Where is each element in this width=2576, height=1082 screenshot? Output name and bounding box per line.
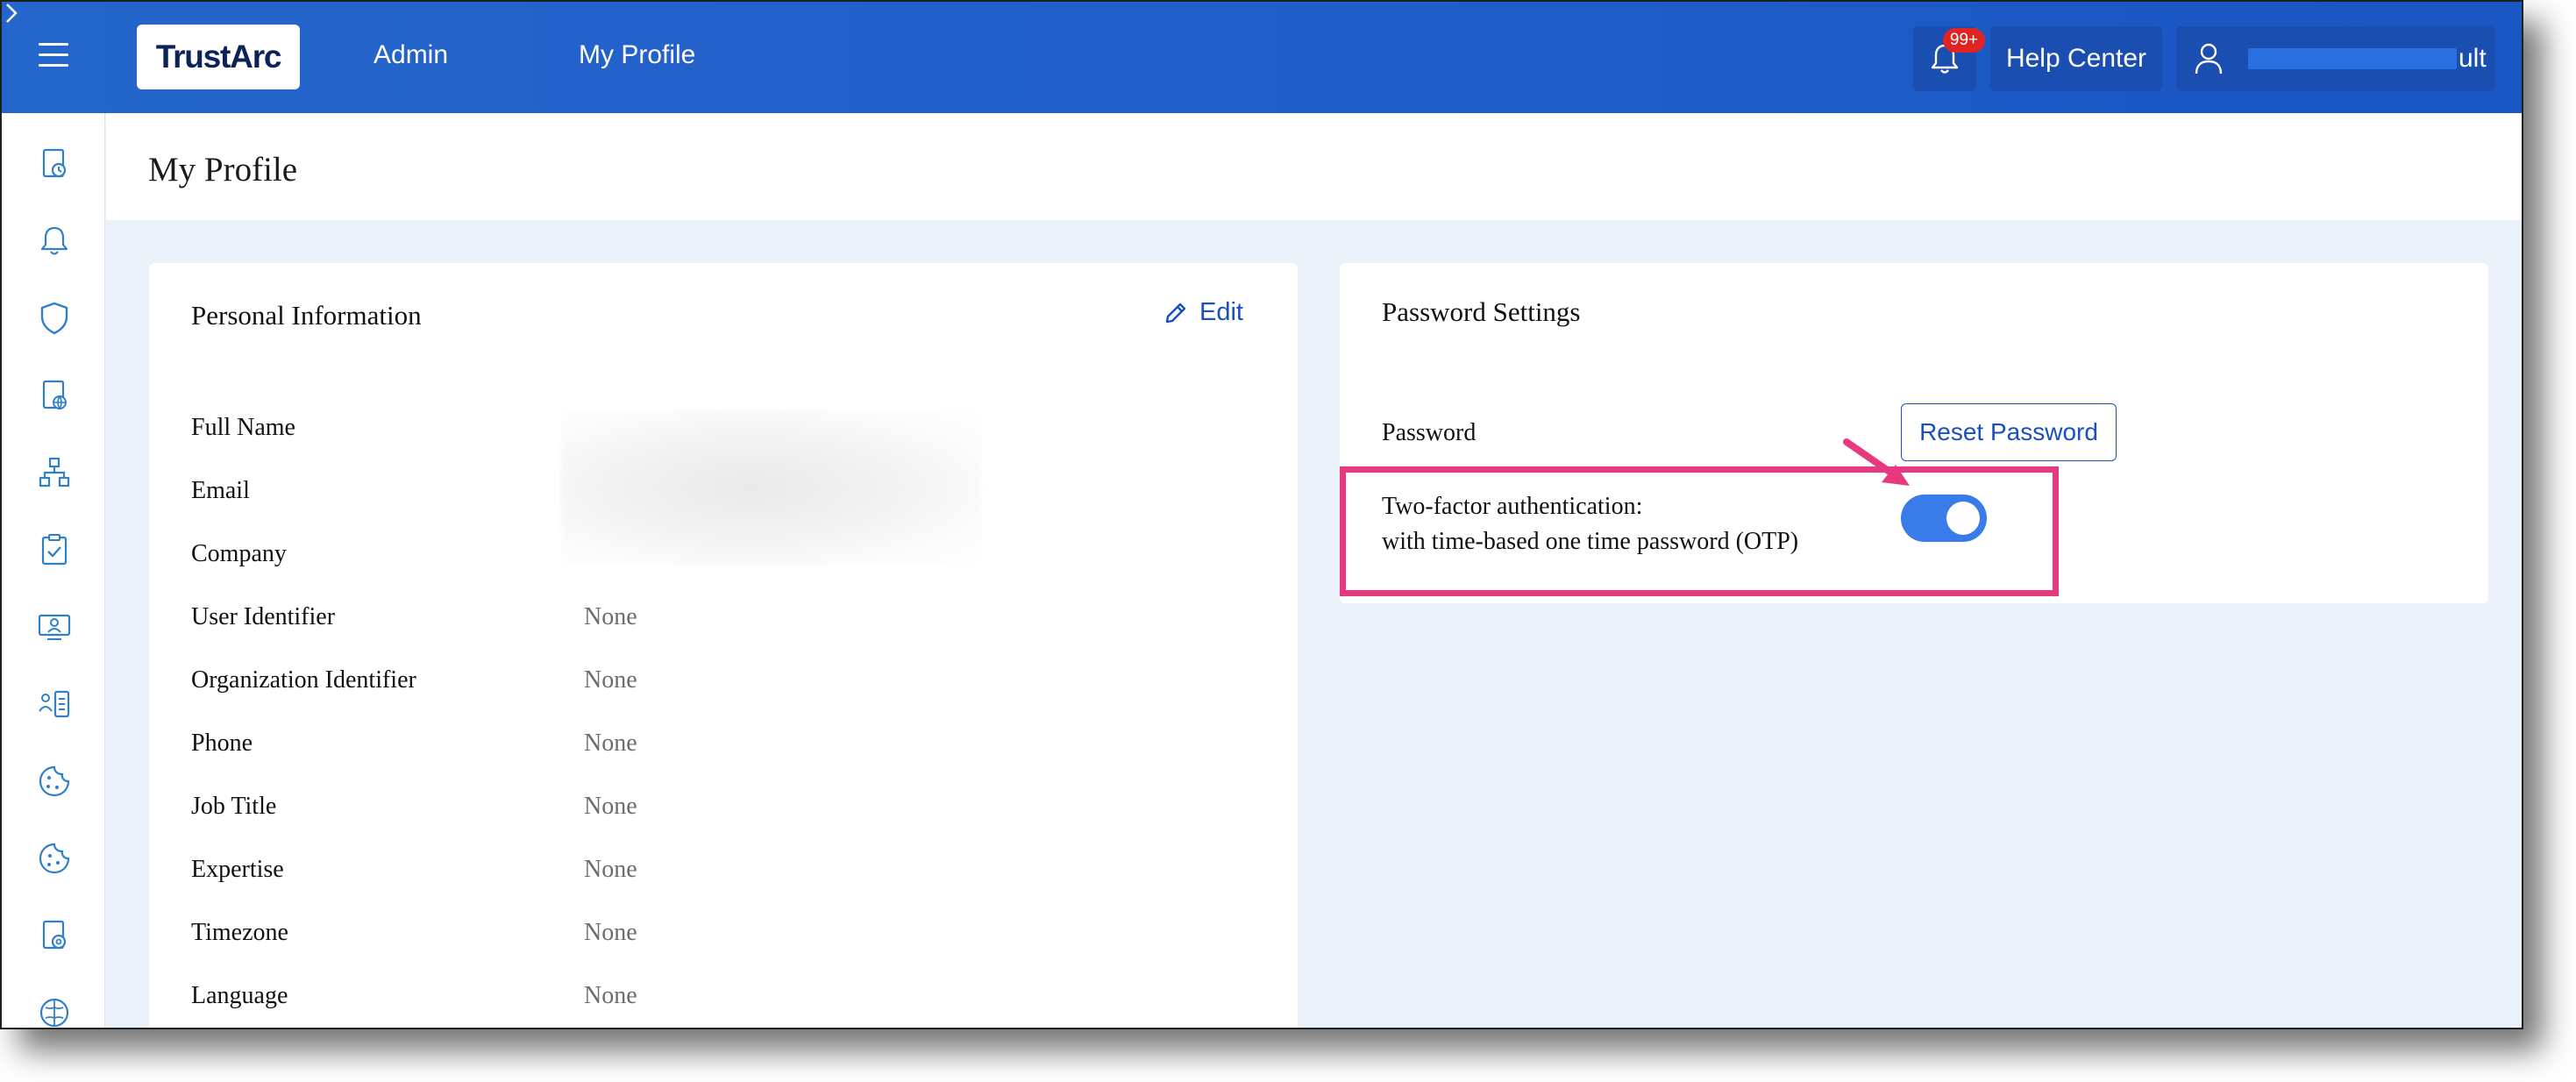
page-header: My Profile	[106, 113, 2522, 220]
sidebar	[2, 113, 105, 1028]
info-value: None	[584, 793, 637, 820]
info-label: Email	[191, 477, 250, 504]
info-label: Job Title	[191, 793, 277, 820]
info-value: None	[584, 982, 637, 1009]
info-value: None	[584, 603, 637, 630]
pointer-arrow-icon	[1843, 438, 1910, 486]
info-label: Phone	[191, 730, 253, 757]
user-name: ult	[2459, 44, 2487, 73]
card-title: Password Settings	[1382, 296, 1581, 327]
user-icon	[2195, 43, 2223, 75]
personal-information-card: Personal Information Edit Full Name Emai…	[149, 263, 1298, 1028]
info-label: Timezone	[191, 919, 288, 946]
top-navigation-bar: TrustArc Admin My Profile 99+ Help Cente…	[2, 2, 2522, 113]
info-row-user-identifier: User Identifier None	[191, 603, 1243, 638]
info-label: Language	[191, 982, 288, 1009]
info-row-timezone: Timezone None	[191, 919, 1243, 954]
chevron-right-icon	[6, 4, 18, 23]
info-value: None	[584, 666, 637, 694]
dashboard-icon[interactable]	[35, 145, 74, 183]
cookie-alt-icon[interactable]	[35, 839, 74, 878]
edit-button[interactable]: Edit	[1163, 298, 1243, 327]
info-label: Full Name	[191, 414, 295, 441]
bell-icon[interactable]	[35, 222, 74, 260]
user-menu-button[interactable]: ult	[2176, 26, 2495, 91]
info-row-job-title: Job Title None	[191, 793, 1243, 828]
info-label: User Identifier	[191, 603, 336, 630]
edit-label: Edit	[1199, 298, 1243, 326]
info-row-organization-identifier: Organization Identifier None	[191, 666, 1243, 701]
network-icon[interactable]	[35, 453, 74, 492]
trustarc-logo[interactable]: TrustArc	[137, 25, 300, 89]
info-label: Organization Identifier	[191, 666, 416, 694]
info-value: None	[584, 730, 637, 757]
shield-icon[interactable]	[35, 299, 74, 338]
breadcrumb-current: My Profile	[579, 40, 696, 69]
info-row-language: Language None	[191, 982, 1243, 1017]
reset-password-button[interactable]: Reset Password	[1901, 403, 2117, 461]
pencil-icon	[1165, 303, 1186, 323]
info-row-phone: Phone None	[191, 730, 1243, 765]
breadcrumb-admin[interactable]: Admin	[374, 40, 448, 70]
info-value: None	[584, 919, 637, 946]
info-label: Expertise	[191, 856, 284, 883]
page-title: My Profile	[148, 151, 298, 189]
cookie-icon[interactable]	[35, 762, 74, 801]
monitor-user-icon[interactable]	[35, 608, 74, 646]
settings-page-icon[interactable]	[35, 916, 74, 955]
redacted-personal-details	[561, 410, 982, 565]
user-list-icon[interactable]	[35, 685, 74, 723]
card-title: Personal Information	[191, 300, 422, 331]
password-label: Password	[1382, 419, 1477, 446]
info-row-expertise: Expertise None	[191, 856, 1243, 891]
clipboard-check-icon[interactable]	[35, 530, 74, 569]
info-value: None	[584, 856, 637, 883]
web-page-icon[interactable]	[35, 376, 74, 415]
notification-count-badge: 99+	[1943, 28, 1985, 53]
highlight-annotation	[1340, 466, 2059, 596]
user-name-redacted	[2248, 48, 2457, 69]
app-window: TrustArc Admin My Profile 99+ Help Cente…	[0, 0, 2523, 1029]
help-center-button[interactable]: Help Center	[1990, 26, 2162, 91]
info-label: Company	[191, 540, 287, 567]
hamburger-menu-icon[interactable]	[39, 43, 68, 68]
brain-icon[interactable]	[35, 993, 74, 1028]
